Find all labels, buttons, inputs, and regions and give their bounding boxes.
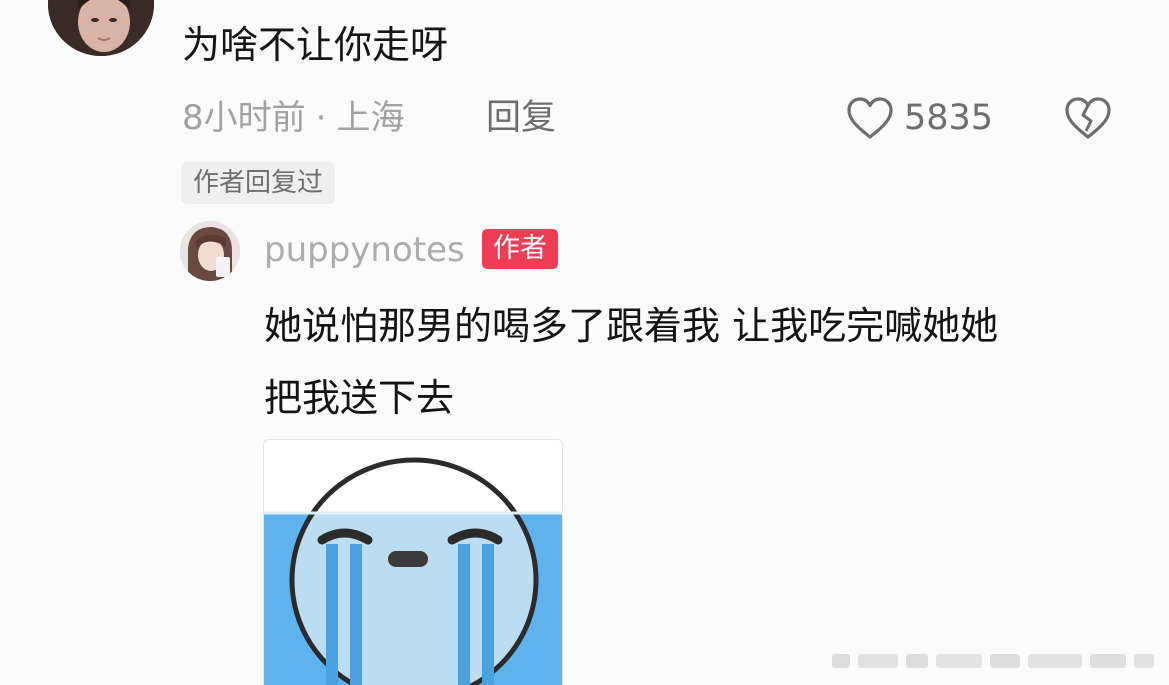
reply-text-line-2: 把我送下去 (264, 376, 455, 420)
meta-separator: · (315, 98, 327, 138)
author-avatar[interactable] (180, 221, 240, 281)
comment-meta: 8小时前 · 上海 (182, 92, 404, 144)
heart-icon[interactable] (846, 96, 894, 140)
author-username[interactable]: puppynotes (264, 225, 465, 275)
comment-text: 为啥不让你走呀 (182, 23, 449, 67)
commenter-avatar[interactable] (48, 0, 154, 56)
crying-face-icon (264, 440, 562, 685)
comment-time: 8小时前 (182, 98, 306, 138)
like-count: 5835 (904, 98, 994, 138)
author-avatar-image (180, 221, 240, 281)
comment-location: 上海 (336, 98, 405, 138)
broken-heart-icon[interactable] (1064, 96, 1112, 140)
author-badge: 作者 (482, 229, 558, 269)
crying-face-sticker[interactable] (263, 439, 563, 685)
reply-text-line-1: 她说怕那男的喝多了跟着我 让我吃完喊她她 (264, 304, 999, 348)
author-replied-tag: 作者回复过 (181, 162, 336, 204)
watermark-graphic (832, 654, 1154, 668)
commenter-avatar-image (48, 0, 154, 56)
reply-text: 她说怕那男的喝多了跟着我 让我吃完喊她她 把我送下去 (264, 290, 1144, 434)
reply-button[interactable]: 回复 (486, 92, 556, 144)
